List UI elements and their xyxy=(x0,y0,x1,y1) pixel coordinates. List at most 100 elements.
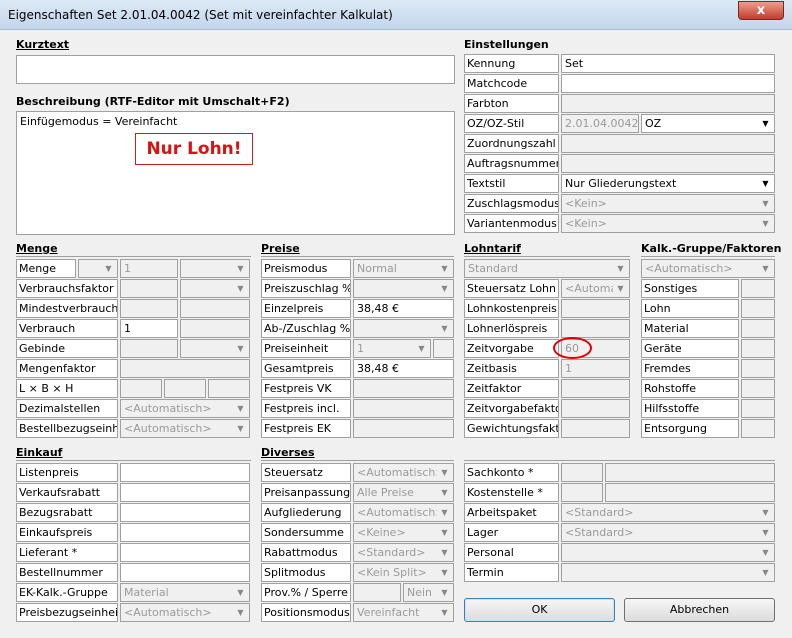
textstil-select[interactable]: Nur Gliederungstext ▼ xyxy=(561,174,775,193)
chevron-down-icon[interactable]: ▼ xyxy=(613,281,628,296)
preisbezugseinheit-select[interactable]: <Automatisch> ▼ xyxy=(120,603,250,622)
kalk-entsorgung-field[interactable] xyxy=(741,419,775,438)
kalk-material-field[interactable] xyxy=(741,319,775,338)
festpreis-incl-field[interactable] xyxy=(353,399,454,418)
menge-select[interactable]: ▼ xyxy=(180,259,250,278)
aufgliederung-select[interactable]: <Automatisch> ▼ xyxy=(353,503,454,522)
verbrauchsfaktor-field[interactable] xyxy=(120,279,178,298)
chevron-down-icon[interactable]: ▼ xyxy=(437,525,452,540)
kostenstelle-name[interactable] xyxy=(605,483,775,502)
farbton-field[interactable] xyxy=(561,94,775,113)
chevron-down-icon[interactable]: ▼ xyxy=(758,545,773,560)
bestellbezugseinheit-select[interactable]: <Automatisch> ▼ xyxy=(120,419,250,438)
preiseinheit-select[interactable]: 1 ▼ xyxy=(353,339,431,358)
chevron-down-icon[interactable]: ▼ xyxy=(233,585,248,600)
kurztext-input[interactable] xyxy=(16,55,455,84)
chevron-down-icon[interactable]: ▼ xyxy=(437,321,452,336)
positionsmodus-select[interactable]: Vereinfacht ▼ xyxy=(353,603,454,622)
zeitvorgabefaktor-field[interactable] xyxy=(561,399,630,418)
chevron-down-icon[interactable]: ▼ xyxy=(101,261,116,276)
rabattmodus-select[interactable]: <Standard> ▼ xyxy=(353,543,454,562)
sachkonto-name[interactable] xyxy=(605,463,775,482)
chevron-down-icon[interactable]: ▼ xyxy=(437,505,452,520)
chevron-down-icon[interactable]: ▼ xyxy=(758,116,773,131)
chevron-down-icon[interactable]: ▼ xyxy=(233,605,248,620)
kalk-rohstoffe-field[interactable] xyxy=(741,379,775,398)
einzelpreis-field[interactable]: 38,48 € xyxy=(353,299,454,318)
chevron-down-icon[interactable]: ▼ xyxy=(613,261,628,276)
ek-kalk-gruppe-select[interactable]: Material ▼ xyxy=(120,583,250,602)
bestellnummer-field[interactable] xyxy=(120,563,250,582)
kalk-hilfsstoffe-field[interactable] xyxy=(741,399,775,418)
lohntarif-select[interactable]: Standard ▼ xyxy=(464,259,630,278)
zeitfaktor-field[interactable] xyxy=(561,379,630,398)
breite-field[interactable] xyxy=(164,379,206,398)
gebinde-select[interactable]: ▼ xyxy=(180,339,250,358)
verbrauchsfaktor-select[interactable]: ▼ xyxy=(180,279,250,298)
gesamtpreis-field[interactable]: 38,48 € xyxy=(353,359,454,378)
chevron-down-icon[interactable]: ▼ xyxy=(758,196,773,211)
chevron-down-icon[interactable]: ▼ xyxy=(437,465,452,480)
chevron-down-icon[interactable]: ▼ xyxy=(758,505,773,520)
ok-button[interactable]: OK xyxy=(464,598,615,622)
abzuschlag-select[interactable]: ▼ xyxy=(353,319,454,338)
verbrauch-field[interactable]: 1 xyxy=(120,319,178,338)
listenpreis-field[interactable] xyxy=(120,463,250,482)
kennung-field[interactable]: Set xyxy=(561,54,775,73)
chevron-down-icon[interactable]: ▼ xyxy=(758,216,773,231)
chevron-down-icon[interactable]: ▼ xyxy=(437,281,452,296)
termin-select[interactable]: ▼ xyxy=(561,563,775,582)
auftragsnummer-field[interactable] xyxy=(561,154,775,173)
chevron-down-icon[interactable]: ▼ xyxy=(437,565,452,580)
preisanpassung-select[interactable]: Alle Preise ▼ xyxy=(353,483,454,502)
verkaufsrabatt-field[interactable] xyxy=(120,483,250,502)
kalk-fremdes-field[interactable] xyxy=(741,359,775,378)
gewichtungsfaktor-field[interactable] xyxy=(561,419,630,438)
festpreis-ek-field[interactable] xyxy=(353,419,454,438)
chevron-down-icon[interactable]: ▼ xyxy=(437,485,452,500)
lohnkostenpreis-field[interactable] xyxy=(561,299,630,318)
mindestverbrauch-field[interactable] xyxy=(120,299,178,318)
mindestverbrauch-extra[interactable] xyxy=(180,299,250,318)
kalk-sonstiges-field[interactable] xyxy=(741,279,775,298)
kalk-lohn-field[interactable] xyxy=(741,299,775,318)
kalk-geraete-field[interactable] xyxy=(741,339,775,358)
festpreis-vk-field[interactable] xyxy=(353,379,454,398)
menge-unit-select[interactable]: ▼ xyxy=(78,259,118,278)
ozstil-select[interactable]: OZ ▼ xyxy=(641,114,775,133)
personal-select[interactable]: ▼ xyxy=(561,543,775,562)
zuordnungszahl-field[interactable] xyxy=(561,134,775,153)
zeitbasis-field[interactable]: 1 xyxy=(561,359,630,378)
gebinde-field[interactable] xyxy=(120,339,178,358)
close-button[interactable]: x xyxy=(738,1,784,20)
kalk-gruppe-select[interactable]: <Automatisch> ▼ xyxy=(641,259,775,278)
zuschlagsmodus-select[interactable]: <Kein> ▼ xyxy=(561,194,775,213)
chevron-down-icon[interactable]: ▼ xyxy=(758,261,773,276)
steuersatz-lohn-select[interactable]: <Automat ▼ xyxy=(561,279,630,298)
hoehe-field[interactable] xyxy=(208,379,250,398)
variantenmodus-select[interactable]: <Kein> ▼ xyxy=(561,214,775,233)
cancel-button[interactable]: Abbrechen xyxy=(624,598,775,622)
beschreibung-editor[interactable]: Einfügemodus = Vereinfacht xyxy=(16,111,455,235)
sondersumme-select[interactable]: <Keine> ▼ xyxy=(353,523,454,542)
chevron-down-icon[interactable]: ▼ xyxy=(233,281,248,296)
lieferant-field[interactable] xyxy=(120,543,250,562)
chevron-down-icon[interactable]: ▼ xyxy=(414,341,429,356)
verbrauch-extra[interactable] xyxy=(180,319,250,338)
preismodus-select[interactable]: Normal ▼ xyxy=(353,259,454,278)
chevron-down-icon[interactable]: ▼ xyxy=(758,565,773,580)
laenge-field[interactable] xyxy=(120,379,162,398)
chevron-down-icon[interactable]: ▼ xyxy=(233,341,248,356)
chevron-down-icon[interactable]: ▼ xyxy=(437,261,452,276)
chevron-down-icon[interactable]: ▼ xyxy=(233,261,248,276)
chevron-down-icon[interactable]: ▼ xyxy=(233,421,248,436)
chevron-down-icon[interactable]: ▼ xyxy=(758,176,773,191)
chevron-down-icon[interactable]: ▼ xyxy=(437,605,452,620)
arbeitspaket-select[interactable]: <Standard> ▼ xyxy=(561,503,775,522)
preiseinheit-extra[interactable] xyxy=(433,339,454,358)
dezimalstellen-select[interactable]: <Automatisch> ▼ xyxy=(120,399,250,418)
preiszuschlag-select[interactable]: ▼ xyxy=(353,279,454,298)
einkaufspreis-field[interactable] xyxy=(120,523,250,542)
oz-field[interactable]: 2.01.04.0042 xyxy=(561,114,639,133)
splitmodus-select[interactable]: <Kein Split> ▼ xyxy=(353,563,454,582)
